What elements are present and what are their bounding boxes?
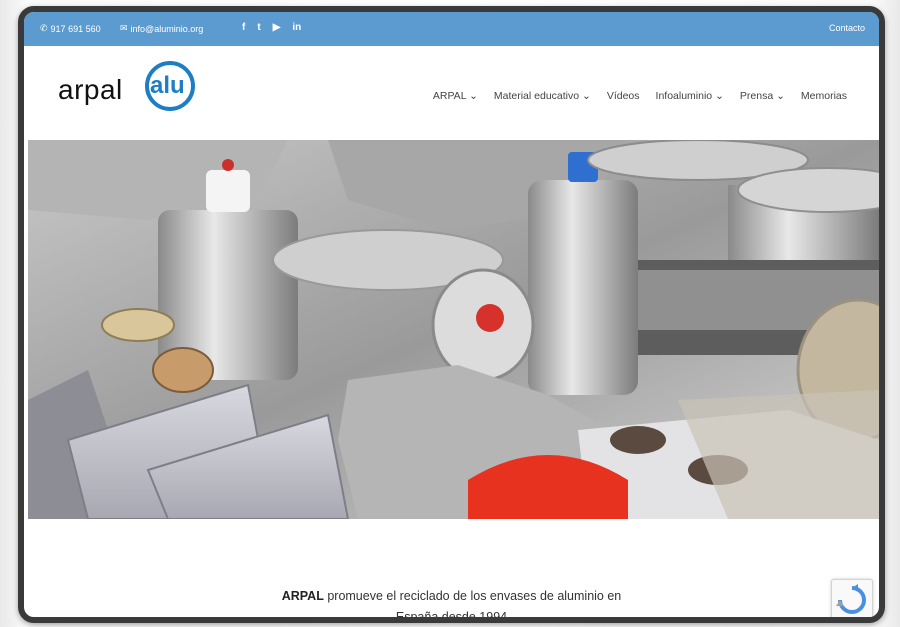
nav-item-prensa[interactable]: Prensa ⌄ xyxy=(740,90,785,102)
youtube-icon[interactable]: ▶ xyxy=(273,22,281,33)
email-icon: ✉ xyxy=(120,23,128,33)
caption-line-2: España desde 1994 xyxy=(395,610,508,623)
hero-image xyxy=(28,140,879,519)
facebook-icon[interactable]: f xyxy=(242,22,245,33)
caption-brand: ARPAL xyxy=(281,589,324,603)
main-nav: ARPAL ⌄ Material educativo ⌄ Vídeos Info… xyxy=(433,90,847,102)
twitter-icon[interactable]: t xyxy=(257,22,260,33)
social-links: f t ▶ in xyxy=(242,22,301,33)
chevron-down-icon: ⌄ xyxy=(715,90,724,102)
aluminium-packaging-illustration xyxy=(28,140,879,519)
top-bar: ✆ 917 691 560 ✉ info@aluminio.org f t ▶ … xyxy=(24,12,879,46)
nav-item-infoaluminio[interactable]: Infoaluminio ⌄ xyxy=(656,90,724,102)
browser-frame: ✆ 917 691 560 ✉ info@aluminio.org f t ▶ … xyxy=(18,6,885,623)
recaptcha-badge[interactable] xyxy=(831,579,873,617)
contact-link[interactable]: Contacto xyxy=(829,23,865,33)
caption-line-1: promueve el reciclado de los envases de … xyxy=(323,589,622,603)
phone-number: 917 691 560 xyxy=(50,23,101,34)
phone-icon: ✆ xyxy=(40,23,48,33)
email-link[interactable]: ✉ info@aluminio.org xyxy=(120,23,203,34)
recaptcha-icon xyxy=(836,584,866,614)
nav-item-videos[interactable]: Vídeos xyxy=(607,90,640,102)
email-address: info@aluminio.org xyxy=(130,23,204,34)
site-header: arpal alu ARPAL ⌄ Material educativo ⌄ V… xyxy=(24,46,879,140)
nav-item-arpal[interactable]: ARPAL ⌄ xyxy=(433,90,478,102)
linkedin-icon[interactable]: in xyxy=(292,22,301,33)
logo-text: arpal xyxy=(58,74,123,105)
chevron-down-icon: ⌄ xyxy=(582,90,591,102)
nav-item-memorias[interactable]: Memorias xyxy=(801,90,847,102)
chevron-down-icon: ⌄ xyxy=(776,90,785,102)
phone-link[interactable]: ✆ 917 691 560 xyxy=(40,23,101,34)
chevron-down-icon: ⌄ xyxy=(469,90,478,102)
logo-badge: alu xyxy=(150,72,185,99)
nav-item-material-educativo[interactable]: Material educativo ⌄ xyxy=(494,90,591,102)
intro-caption: ARPAL promueve el reciclado de los envas… xyxy=(24,586,879,623)
